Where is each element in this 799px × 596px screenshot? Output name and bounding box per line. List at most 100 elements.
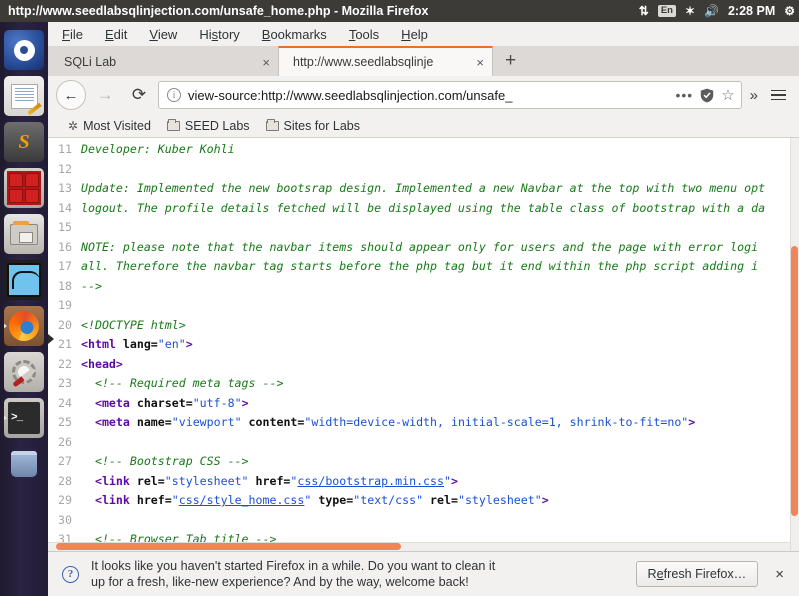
menu-edit[interactable]: Edit: [105, 27, 127, 42]
chevron-double-right-icon[interactable]: »: [746, 87, 762, 104]
terminal-prompt-icon: >_: [8, 402, 40, 434]
source-token: rel=: [136, 473, 165, 488]
system-gear-icon[interactable]: ⚙: [784, 5, 795, 17]
line-content: [81, 433, 799, 453]
menu-view[interactable]: View: [149, 27, 177, 42]
keyboard-layout-indicator[interactable]: En: [657, 5, 676, 17]
vm-grid-icon: [7, 171, 41, 205]
line-number: 25: [58, 415, 72, 429]
vertical-scrollbar-thumb[interactable]: [791, 246, 798, 516]
launcher-item-firefox-icon[interactable]: [4, 306, 44, 346]
line-number: 12: [58, 161, 72, 176]
most-visited-icon: ✲: [68, 118, 79, 133]
source-token: <html: [81, 337, 123, 351]
close-icon[interactable]: ×: [770, 566, 789, 583]
line-content: Developer: Kuber Kohli: [81, 140, 799, 160]
source-token: <!-- Required meta tags -->: [81, 376, 284, 390]
tab-sqli-lab[interactable]: SQLi Lab ×: [50, 48, 278, 76]
launcher-item-terminal-icon[interactable]: >_: [4, 398, 44, 438]
back-arrow-icon[interactable]: ←: [56, 80, 86, 110]
source-token: <!-- Bootstrap CSS -->: [81, 454, 249, 468]
tab-view-source[interactable]: http://www.seedlabsqlinje ×: [278, 46, 493, 76]
view-source-content[interactable]: 11 Developer: Kuber Kohli 12 13 Update: Impl…: [48, 138, 799, 551]
bookmark-sites-for-labs[interactable]: Sites for Labs: [265, 118, 360, 133]
page-info-icon[interactable]: i: [167, 88, 181, 102]
bookmark-most-visited[interactable]: ✲ Most Visited: [68, 119, 151, 133]
horizontal-scrollbar-thumb[interactable]: [56, 543, 401, 550]
shield-icon[interactable]: [700, 88, 714, 103]
source-token: -->: [81, 278, 102, 293]
source-token: "utf-8": [192, 395, 242, 410]
unity-launcher: S >_: [0, 22, 48, 596]
line-number: 13: [58, 181, 72, 195]
vertical-scrollbar[interactable]: [790, 138, 799, 551]
source-line: 19: [48, 296, 799, 316]
notification-message: It looks like you haven't started Firefo…: [91, 558, 624, 590]
forward-arrow-icon[interactable]: →: [90, 80, 120, 110]
volume-icon[interactable]: 🔊: [704, 5, 719, 17]
page-actions-icon[interactable]: •••: [675, 87, 693, 103]
wireshark-fin-icon: [7, 263, 41, 297]
source-token: href=: [136, 493, 172, 507]
line-number: 16: [58, 239, 72, 254]
folder-icon: [265, 118, 279, 131]
line-content: <html lang="en">: [81, 335, 799, 355]
url-input[interactable]: view-source:http://www.seedlabsqlinjecti…: [188, 88, 668, 103]
close-icon[interactable]: ×: [262, 55, 270, 70]
source-token: ": [444, 473, 451, 488]
bookmarks-toolbar: ✲ Most Visited SEED Labs Sites for Labs: [48, 114, 799, 138]
address-bar[interactable]: i view-source:http://www.seedlabsqlinjec…: [158, 81, 742, 109]
system-tray: ⇅ En ✶ 🔊 2:28 PM ⚙: [639, 0, 795, 22]
line-content: <head>: [81, 355, 799, 375]
network-updown-icon[interactable]: ⇅: [639, 5, 649, 17]
source-token: ": [171, 493, 179, 507]
source-token: >: [541, 493, 549, 507]
launcher-item-wireshark-icon[interactable]: [4, 260, 44, 300]
source-link[interactable]: css/bootstrap.min.css: [297, 474, 444, 488]
launcher-item-sublime-text-icon[interactable]: S: [4, 122, 44, 162]
bookmark-seed-labs[interactable]: SEED Labs: [166, 118, 250, 133]
launcher-item-files-icon[interactable]: [4, 214, 44, 254]
source-link[interactable]: css/style_home.css: [179, 493, 305, 507]
menu-history[interactable]: History: [199, 27, 239, 42]
line-number: 18: [58, 278, 72, 293]
reload-icon[interactable]: ⟳: [124, 80, 154, 110]
line-number: 28: [58, 473, 72, 488]
clock[interactable]: 2:28 PM: [728, 4, 775, 18]
menu-bar: File Edit View History Bookmarks Tools H…: [48, 22, 799, 46]
source-line: 13 Update: Implemented the new bootsrap d…: [48, 179, 799, 199]
line-content: <!DOCTYPE html>: [81, 316, 799, 336]
launcher-item-virtual-machine-icon[interactable]: [4, 168, 44, 208]
source-token: >: [185, 337, 193, 351]
line-content: all. Therefore the navbar tag starts bef…: [81, 257, 799, 277]
line-number: 20: [58, 317, 72, 332]
trash-can-icon: [11, 451, 37, 477]
menu-help[interactable]: Help: [401, 27, 428, 42]
hamburger-menu-icon[interactable]: [766, 89, 791, 101]
line-number: 27: [58, 454, 72, 468]
launcher-item-trash-icon[interactable]: [4, 444, 44, 484]
menu-tools[interactable]: Tools: [349, 27, 379, 42]
source-line: 29 <link href="css/style_home.css" type=…: [48, 491, 799, 511]
line-number: 24: [58, 395, 72, 410]
line-number: 22: [58, 356, 72, 371]
refresh-firefox-button[interactable]: Refresh Firefox…: [635, 561, 759, 587]
horizontal-scrollbar[interactable]: [48, 542, 790, 551]
launcher-item-ubuntu-dash-icon[interactable]: [4, 30, 44, 70]
menu-bookmarks[interactable]: Bookmarks: [262, 27, 327, 42]
line-number: 14: [58, 200, 72, 215]
launcher-item-libreoffice-writer-icon[interactable]: [4, 76, 44, 116]
source-line: 12: [48, 160, 799, 180]
source-line: 24 <meta charset="utf-8">: [48, 394, 799, 414]
menu-file[interactable]: File: [62, 27, 83, 42]
source-token: rel=: [423, 493, 458, 507]
line-content: Update: Implemented the new bootsrap des…: [81, 179, 799, 199]
bluetooth-icon[interactable]: ✶: [685, 5, 695, 17]
close-icon[interactable]: ×: [476, 55, 484, 70]
star-icon[interactable]: ☆: [721, 86, 734, 104]
source-token: "width=device-width, initial-scale=1, sh…: [304, 415, 689, 429]
new-tab-button[interactable]: +: [493, 51, 528, 72]
launcher-item-system-settings-icon[interactable]: [4, 352, 44, 392]
tab-bar: SQLi Lab × http://www.seedlabsqlinje × +: [48, 46, 799, 76]
source-token: "text/css": [353, 493, 424, 507]
